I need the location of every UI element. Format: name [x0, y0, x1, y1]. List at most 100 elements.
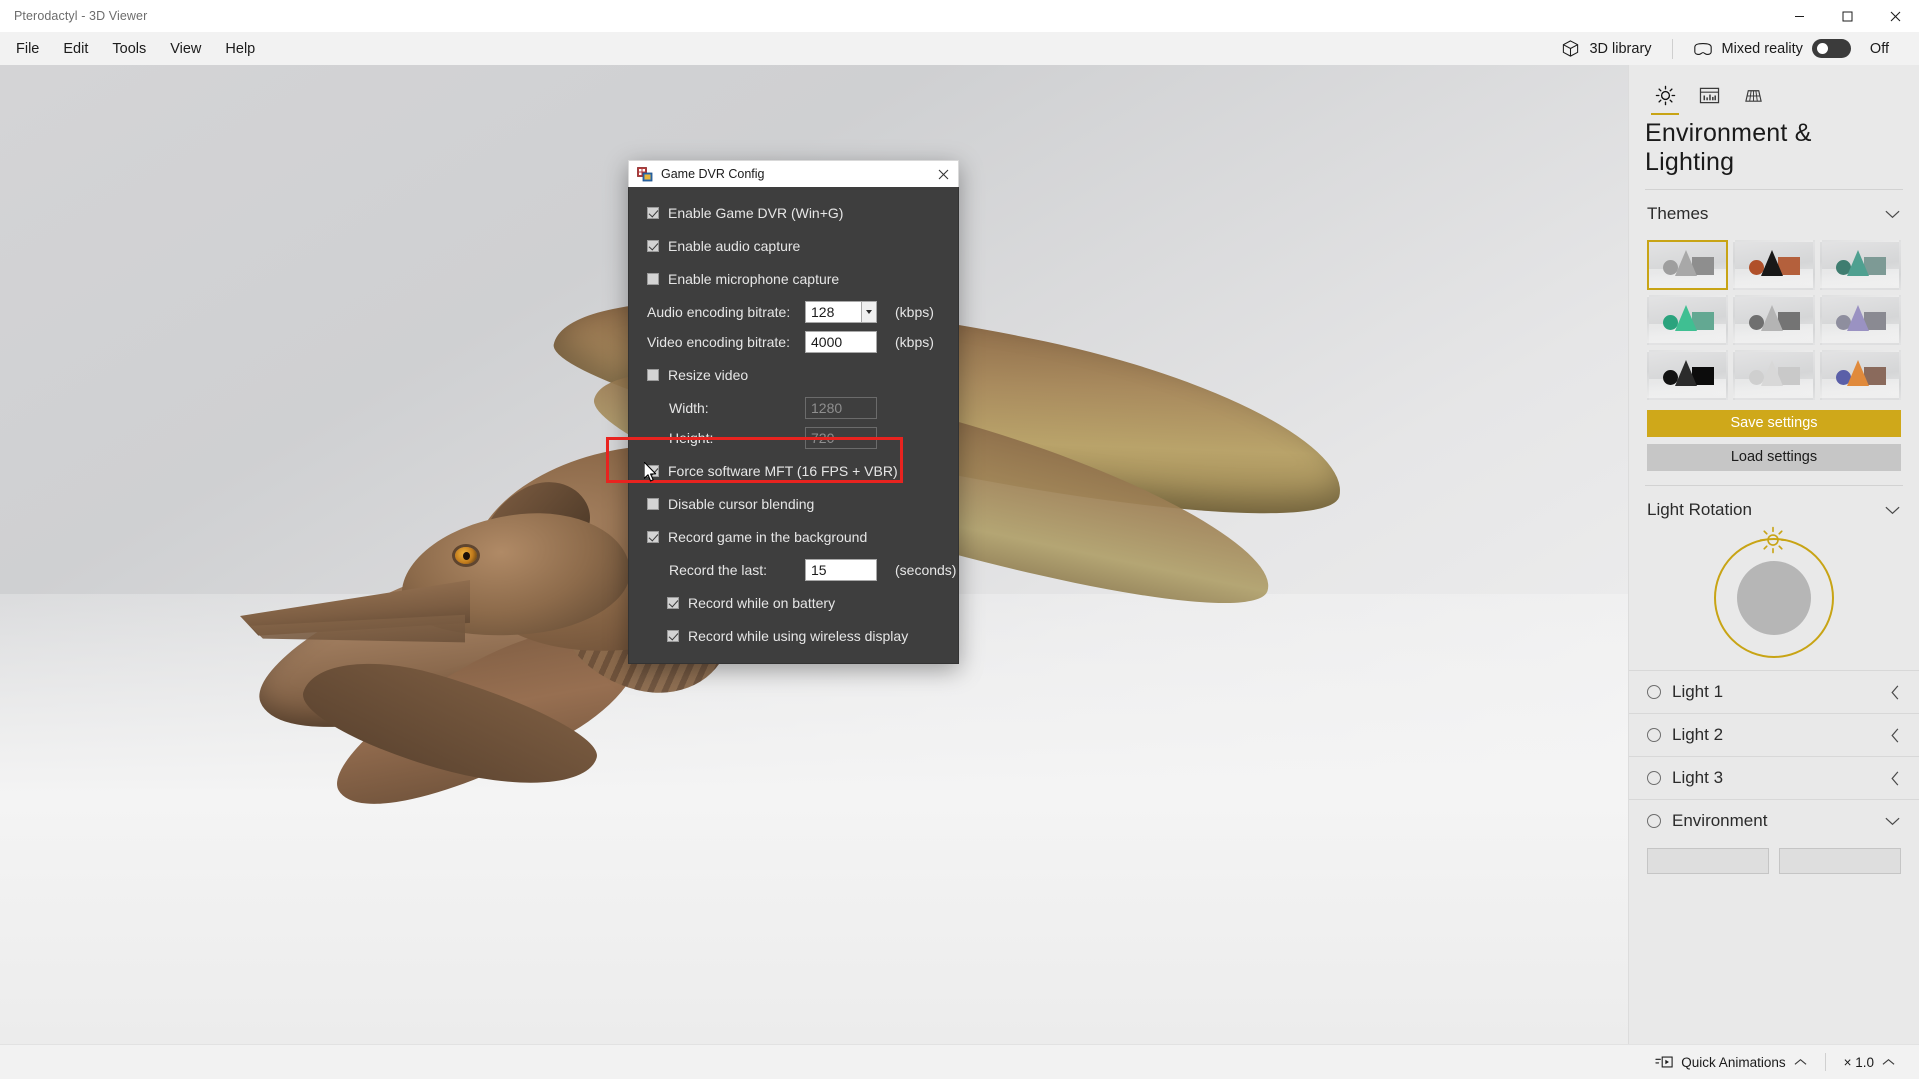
audio-bitrate-dropdown-button[interactable]: [861, 300, 877, 323]
checkbox-record-on-battery[interactable]: [667, 596, 679, 609]
light-row-3[interactable]: Light 3: [1629, 756, 1919, 799]
3d-library-button[interactable]: 3D library: [1547, 33, 1665, 64]
chevron-up-icon[interactable]: [1882, 1053, 1895, 1071]
theme-swatch-gray[interactable]: [1647, 240, 1729, 290]
audio-bitrate-combo[interactable]: [805, 300, 877, 323]
theme-swatch-dark-orange[interactable]: [1733, 240, 1815, 290]
radio-button-1[interactable]: [1647, 685, 1661, 699]
quick-animations-button[interactable]: Quick Animations: [1645, 1047, 1816, 1077]
load-settings-button[interactable]: Load settings: [1647, 444, 1901, 471]
save-settings-button[interactable]: Save settings: [1647, 410, 1901, 437]
chevron-left-icon[interactable]: [1890, 727, 1901, 744]
maximize-button[interactable]: [1823, 0, 1871, 32]
mixed-reality-switch[interactable]: [1811, 39, 1851, 58]
theme-swatch-teal[interactable]: [1819, 240, 1901, 290]
light-rotation-dial[interactable]: [1714, 526, 1834, 658]
environment-field-left[interactable]: [1647, 848, 1769, 874]
mixed-reality-toggle[interactable]: Mixed reality Off: [1679, 33, 1903, 64]
theme-swatch-black[interactable]: [1647, 350, 1729, 400]
sun-handle[interactable]: [1758, 525, 1788, 560]
tab-effects[interactable]: [1687, 77, 1731, 113]
title-bar: Pterodactyl - 3D Viewer: [0, 0, 1919, 32]
app-window-icon: [637, 167, 653, 182]
video-bitrate-input[interactable]: [805, 330, 877, 353]
row-record-background[interactable]: Record game in the background: [629, 525, 958, 548]
chevron-down-icon[interactable]: [1884, 209, 1901, 220]
3d-library-label: 3D library: [1589, 40, 1652, 57]
theme-swatch-sunset[interactable]: [1819, 350, 1901, 400]
zoom-control[interactable]: × 1.0: [1834, 1047, 1905, 1077]
chevron-down-icon[interactable]: [1884, 816, 1901, 827]
radio-button-2[interactable]: [1647, 728, 1661, 742]
menu-help[interactable]: Help: [213, 33, 267, 65]
dialog-title-bar[interactable]: Game DVR Config: [628, 160, 959, 187]
theme-swatch-green[interactable]: [1647, 295, 1729, 345]
mixed-reality-label: Mixed reality: [1721, 40, 1803, 57]
swatch-cone: [1847, 305, 1870, 332]
menu-edit[interactable]: Edit: [51, 33, 100, 65]
checkbox-record-background[interactable]: [647, 530, 659, 543]
light-rotation-control[interactable]: [1629, 526, 1919, 670]
radio-button-4[interactable]: [1647, 814, 1661, 828]
menu-tools[interactable]: Tools: [100, 33, 158, 65]
row-enable-microphone-capture[interactable]: Enable microphone capture: [629, 267, 958, 290]
record-last-input[interactable]: [805, 558, 877, 581]
checkbox-resize-video[interactable]: [647, 368, 659, 381]
light-label: Light 2: [1672, 725, 1724, 744]
row-enable-game-dvr[interactable]: Enable Game DVR (Win+G): [629, 201, 958, 224]
themes-grid[interactable]: [1629, 238, 1919, 400]
window-title: Pterodactyl - 3D Viewer: [14, 9, 148, 23]
right-panel: Environment & Lighting Themes Save setti…: [1628, 65, 1919, 1044]
row-force-software-mft[interactable]: Force software MFT (16 FPS + VBR): [629, 459, 958, 482]
sun-icon: [1759, 526, 1787, 554]
headset-icon: [1693, 42, 1712, 55]
menu-view[interactable]: View: [158, 33, 213, 65]
right-panel-scroll[interactable]: Themes Save settings Load settings Light…: [1629, 190, 1919, 1044]
radio-button-3[interactable]: [1647, 771, 1661, 785]
mouse-cursor: [643, 461, 659, 489]
row-resize-video[interactable]: Resize video: [629, 363, 958, 386]
checkbox-disable-cursor-blending[interactable]: [647, 497, 659, 510]
row-record-on-battery[interactable]: Record while on battery: [629, 591, 958, 614]
checkbox-enable-audio-capture[interactable]: [647, 239, 659, 252]
record-last-unit: (seconds): [895, 561, 957, 578]
theme-swatch-neutral[interactable]: [1733, 295, 1815, 345]
checkbox-enable-game-dvr[interactable]: [647, 206, 659, 219]
row-enable-audio-capture[interactable]: Enable audio capture: [629, 234, 958, 257]
checkbox-record-wireless[interactable]: [667, 629, 679, 642]
width-input[interactable]: [805, 396, 877, 419]
game-dvr-config-dialog[interactable]: Game DVR Config Enable Game DVR (Win+G) …: [628, 160, 959, 664]
environment-field-right[interactable]: [1779, 848, 1901, 874]
label-height: Height:: [669, 429, 714, 446]
menu-file[interactable]: File: [4, 33, 51, 65]
light-row-4[interactable]: Environment: [1629, 799, 1919, 842]
app-body: Environment & Lighting Themes Save setti…: [0, 65, 1919, 1044]
chevron-left-icon[interactable]: [1890, 684, 1901, 701]
dialog-close-button[interactable]: [928, 161, 958, 188]
label-resize-video: Resize video: [668, 366, 749, 383]
close-button[interactable]: [1871, 0, 1919, 32]
tab-environment-lighting[interactable]: [1643, 77, 1687, 115]
row-record-wireless[interactable]: Record while using wireless display: [629, 624, 958, 647]
swatch-cone: [1760, 305, 1783, 332]
tab-grid[interactable]: [1731, 77, 1775, 113]
environment-fields-row: [1629, 842, 1919, 874]
themes-section-header[interactable]: Themes: [1629, 190, 1919, 238]
audio-bitrate-unit: (kbps): [895, 303, 934, 320]
minimize-button[interactable]: [1775, 0, 1823, 32]
themes-label: Themes: [1647, 204, 1709, 223]
height-input[interactable]: [805, 426, 877, 449]
label-enable-audio-capture: Enable audio capture: [668, 237, 801, 254]
chevron-left-icon[interactable]: [1890, 770, 1901, 787]
chevron-up-icon[interactable]: [1794, 1053, 1807, 1071]
audio-bitrate-input[interactable]: [805, 300, 861, 323]
chevron-down-icon[interactable]: [1884, 505, 1901, 516]
light-row-2[interactable]: Light 2: [1629, 713, 1919, 756]
label-video-bitrate: Video encoding bitrate:: [647, 333, 790, 350]
light-row-1[interactable]: Light 1: [1629, 670, 1919, 713]
theme-swatch-white[interactable]: [1733, 350, 1815, 400]
theme-swatch-violet[interactable]: [1819, 295, 1901, 345]
checkbox-enable-microphone-capture[interactable]: [647, 272, 659, 285]
row-disable-cursor-blending[interactable]: Disable cursor blending: [629, 492, 958, 515]
animation-icon: [1655, 1056, 1673, 1068]
